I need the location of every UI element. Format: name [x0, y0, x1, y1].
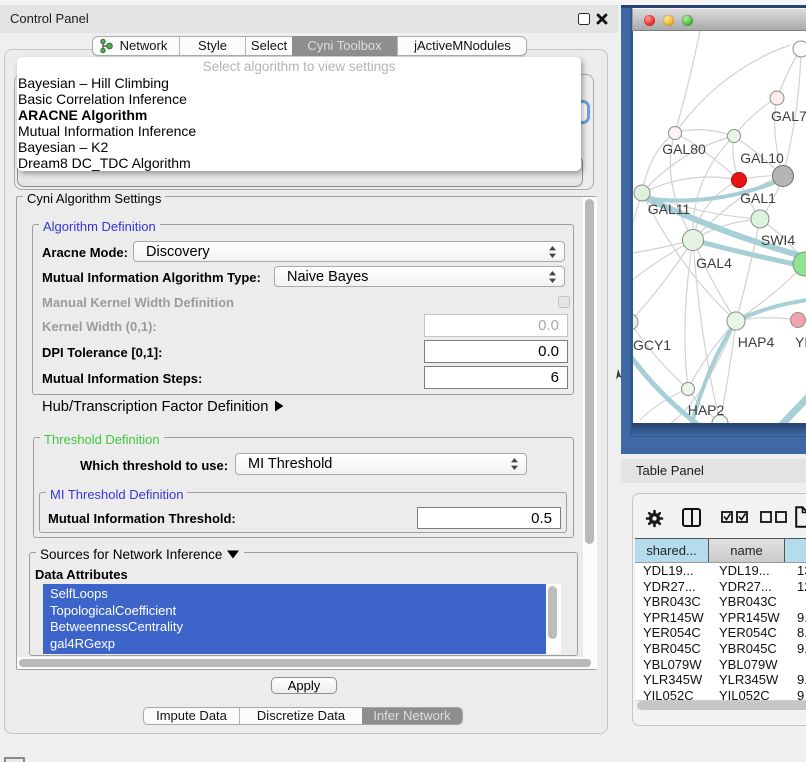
svg-text:GAL80: GAL80: [662, 141, 706, 157]
svg-text:GAL11: GAL11: [648, 201, 691, 217]
svg-text:SWI4: SWI4: [761, 232, 795, 248]
svg-text:YM: YM: [795, 334, 806, 350]
svg-text:GAL10: GAL10: [740, 150, 784, 166]
svg-text:GAL7: GAL7: [771, 108, 806, 124]
svg-text:HAP4: HAP4: [738, 334, 775, 350]
svg-text:HAP2: HAP2: [688, 402, 725, 418]
svg-text:GCY1: GCY1: [633, 337, 671, 353]
svg-text:GAL1: GAL1: [740, 190, 776, 206]
svg-text:GAL4: GAL4: [696, 255, 732, 271]
